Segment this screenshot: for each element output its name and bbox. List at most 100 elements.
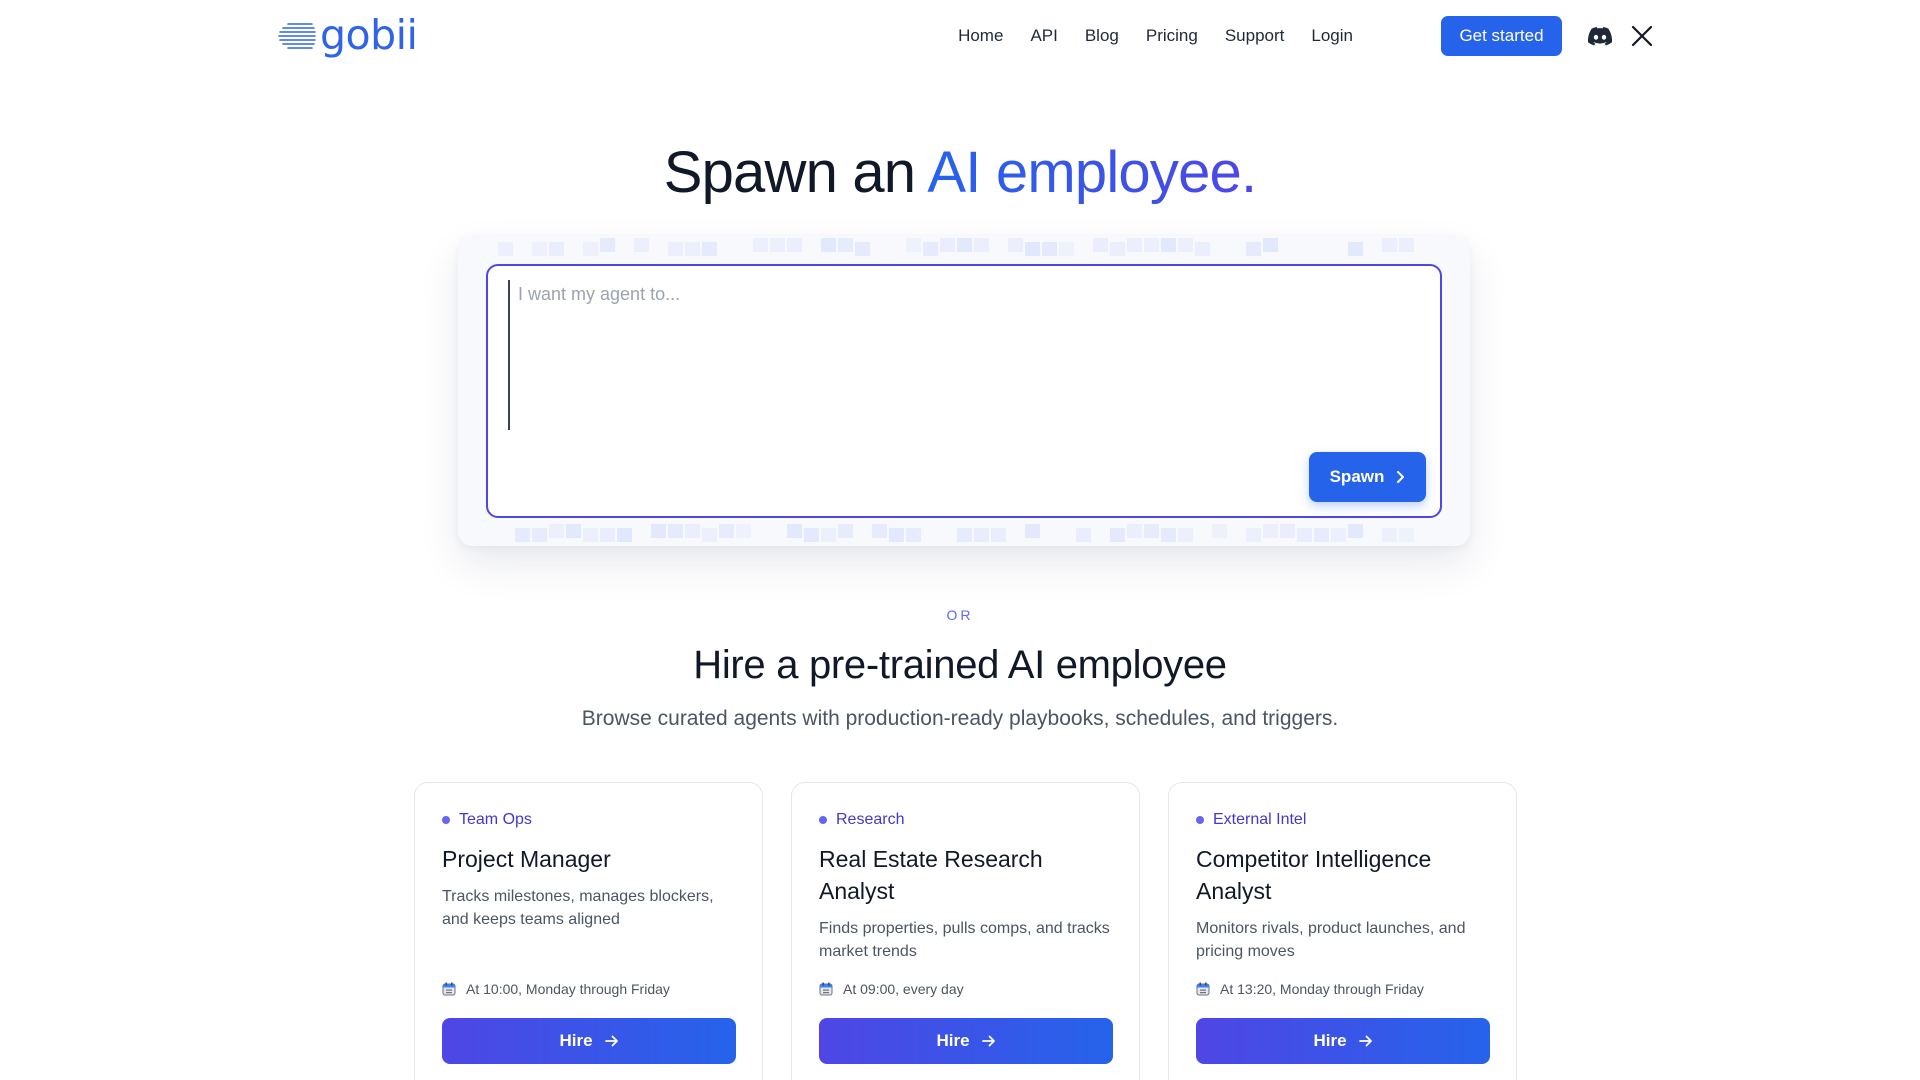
pixel-tile (1042, 242, 1057, 256)
pixel-tile (1195, 242, 1210, 256)
card-category-label: Team Ops (459, 811, 532, 828)
pixel-tile (1178, 238, 1193, 252)
pixel-tile (685, 524, 700, 538)
pixel-tile (770, 238, 785, 252)
pixel-tile (1178, 528, 1193, 542)
pixel-tile (804, 528, 819, 542)
card-category-label: External Intel (1213, 811, 1307, 828)
hire-button[interactable]: Hire (1196, 1018, 1490, 1064)
pixel-tile (957, 528, 972, 542)
pixel-tile (872, 524, 887, 538)
card-schedule-text: At 13:20, Monday through Friday (1220, 981, 1424, 997)
pixel-tile (1280, 524, 1295, 538)
pixel-tile (974, 238, 989, 252)
discord-link[interactable] (1586, 22, 1614, 50)
prompt-box: Spawn (486, 264, 1442, 518)
spawn-button[interactable]: Spawn (1309, 452, 1426, 502)
pixel-tile (1314, 528, 1329, 542)
agent-card: External Intel Competitor Intelligence A… (1168, 782, 1517, 1080)
pixel-tile (906, 528, 921, 542)
pixel-tile (1399, 528, 1414, 542)
pixel-tile (753, 238, 768, 252)
nav-links: Home API Blog Pricing Support Login (958, 16, 1353, 56)
pixel-tile (532, 528, 547, 542)
pixel-tile (1246, 242, 1261, 256)
catalog-subtitle: Browse curated agents with production-re… (581, 707, 1339, 730)
pixel-tile (651, 524, 666, 538)
pixel-tile (1161, 528, 1176, 542)
nav-login-link[interactable]: Login (1311, 26, 1353, 46)
pixel-tile (787, 524, 802, 538)
tag-dot-icon (1196, 816, 1204, 824)
pixel-tile (1212, 524, 1227, 538)
tag-dot-icon (442, 816, 450, 824)
nav-api-link[interactable]: API (1030, 26, 1057, 46)
pixel-tile (1144, 238, 1159, 252)
pixel-tile (566, 524, 581, 538)
calendar-icon (819, 982, 833, 996)
pixel-tile (549, 242, 564, 256)
pixel-tile (991, 528, 1006, 542)
pixel-tile (1093, 238, 1108, 252)
pixel-tile (1110, 242, 1125, 256)
pixel-tile (719, 524, 734, 538)
hire-button[interactable]: Hire (819, 1018, 1113, 1064)
arrow-right-icon (604, 1035, 618, 1047)
pixel-tile (1382, 528, 1397, 542)
pixel-tile (787, 238, 802, 252)
agent-card: Team Ops Project Manager Tracks mileston… (414, 782, 763, 1080)
x-link[interactable] (1628, 22, 1656, 50)
pixel-tile (1246, 528, 1261, 542)
pixel-tile (1110, 528, 1125, 542)
pixel-tile (838, 238, 853, 252)
hero-title: Spawn an AI employee. (0, 138, 1920, 208)
pixel-tile (634, 238, 649, 252)
card-schedule: At 13:20, Monday through Friday (1196, 981, 1424, 997)
nav-blog-link[interactable]: Blog (1085, 26, 1119, 46)
discord-icon (1588, 26, 1612, 45)
pixel-tile (974, 528, 989, 542)
pixel-tile (1144, 524, 1159, 538)
page: gobii Home API Blog Pricing Support Logi… (0, 0, 1920, 1080)
pixel-tile (855, 242, 870, 256)
nav-pricing-link[interactable]: Pricing (1146, 26, 1198, 46)
spawn-button-label: Spawn (1329, 467, 1385, 486)
pixel-tile (906, 238, 921, 252)
agent-prompt-input[interactable] (508, 280, 1408, 430)
card-title: Project Manager (442, 846, 611, 872)
pixel-tile (515, 528, 530, 542)
pixel-tile (957, 238, 972, 252)
pixel-tile (1331, 528, 1346, 542)
x-icon (1631, 25, 1653, 47)
card-category-label: Research (836, 811, 905, 828)
card-description: Tracks milestones, manages blockers, and… (442, 888, 714, 928)
prompt-card: Spawn (458, 236, 1470, 546)
nav-home-link[interactable]: Home (958, 26, 1003, 46)
arrow-right-icon (1358, 1035, 1372, 1047)
pixel-tile (583, 242, 598, 256)
pixel-tile (889, 528, 904, 542)
pixel-tile (1127, 524, 1142, 538)
pixel-tile (498, 242, 513, 256)
card-schedule: At 09:00, every day (819, 981, 964, 997)
pixel-tile (600, 238, 615, 252)
pixel-tile (1008, 238, 1023, 252)
decorative-pixel-strip-top (498, 238, 1414, 256)
card-description: Monitors rivals, product launches, and p… (1196, 920, 1466, 960)
brand-logo[interactable]: gobii (278, 10, 418, 60)
pixel-tile (1399, 238, 1414, 252)
pixel-tile (702, 528, 717, 542)
pixel-tile (1263, 524, 1278, 538)
hire-button[interactable]: Hire (442, 1018, 736, 1064)
catalog-title: Hire a pre-trained AI employee (693, 643, 1227, 687)
pixel-tile (702, 242, 717, 256)
hire-button-label: Hire (936, 1031, 970, 1050)
get-started-button[interactable]: Get started (1441, 16, 1562, 56)
nav-support-link[interactable]: Support (1225, 26, 1285, 46)
calendar-icon (442, 982, 456, 996)
pixel-tile (736, 524, 751, 538)
pixel-tile (1161, 238, 1176, 252)
hero-title-plain: Spawn an (663, 140, 916, 205)
top-nav: gobii Home API Blog Pricing Support Logi… (0, 0, 1920, 72)
pixel-tile (1382, 238, 1397, 252)
